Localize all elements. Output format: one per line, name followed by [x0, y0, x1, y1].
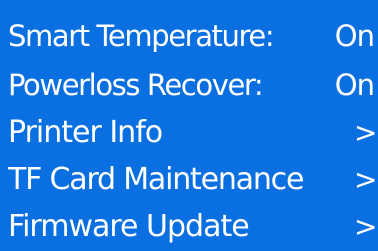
menu-item-firmware-update[interactable]: Firmware Update > [8, 203, 377, 251]
chevron-right-icon: > [354, 163, 377, 196]
chevron-right-icon: > [354, 210, 377, 243]
menu-item-tf-card-maintenance[interactable]: TF Card Maintenance > [8, 156, 377, 204]
menu-item-label: Firmware Update [8, 209, 250, 244]
menu-item-value: On [334, 18, 375, 53]
settings-menu: Smart Temperature: On Powerloss Recover:… [0, 0, 378, 243]
chevron-right-icon: > [354, 116, 377, 149]
menu-item-value: On [334, 67, 375, 102]
menu-item-label: Smart Temperature: [8, 18, 275, 53]
menu-item-powerloss-recover[interactable]: Powerloss Recover: On [8, 61, 375, 109]
menu-item-smart-temperature[interactable]: Smart Temperature: On [8, 12, 375, 60]
menu-item-label: TF Card Maintenance [8, 162, 304, 197]
menu-item-label: Printer Info [8, 115, 163, 150]
menu-item-label: Powerloss Recover: [8, 67, 264, 102]
menu-item-printer-info[interactable]: Printer Info > [8, 109, 377, 157]
